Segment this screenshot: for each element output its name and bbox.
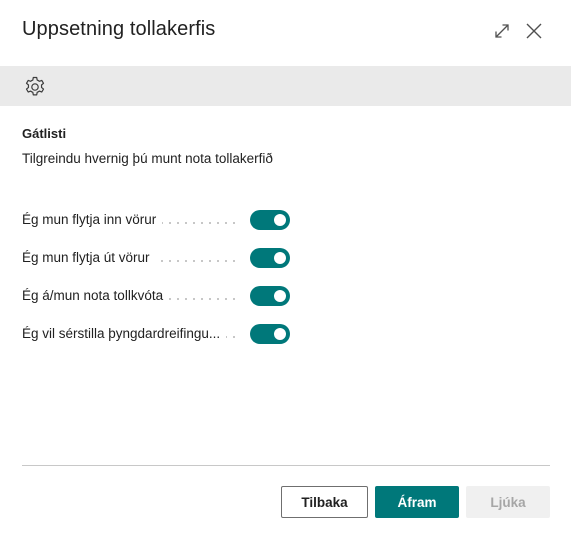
- option-row-quota: Ég á/mun nota tollkvóta: [22, 285, 290, 307]
- export-toggle[interactable]: [250, 248, 290, 268]
- next-button[interactable]: Áfram: [375, 486, 459, 518]
- section-title: Gátlisti: [22, 126, 67, 141]
- option-row-import: Ég mun flytja inn vörur: [22, 209, 290, 231]
- option-label: Ég mun flytja út vörur: [22, 250, 156, 265]
- quota-toggle[interactable]: [250, 286, 290, 306]
- finish-button[interactable]: Ljúka: [466, 486, 550, 518]
- option-label: Ég vil sérstilla þyngdardreifingu...: [22, 326, 227, 341]
- option-row-export: Ég mun flytja út vörur: [22, 247, 290, 269]
- gear-icon[interactable]: [23, 75, 47, 99]
- dialog-title: Uppsetning tollakerfis: [22, 18, 216, 40]
- toggle-knob: [274, 214, 286, 226]
- footer-divider: [22, 465, 550, 466]
- toggle-knob: [274, 328, 286, 340]
- option-label: Ég á/mun nota tollkvóta: [22, 288, 170, 303]
- action-toolbar: [0, 66, 571, 106]
- setup-dialog: Uppsetning tollakerfis Gátlisti Tilgrein…: [0, 0, 571, 539]
- expand-icon[interactable]: [491, 20, 513, 42]
- toggle-knob: [274, 252, 286, 264]
- toggle-knob: [274, 290, 286, 302]
- weight-distribution-toggle[interactable]: [250, 324, 290, 344]
- section-description: Tilgreindu hvernig þú munt nota tollaker…: [22, 151, 273, 166]
- back-button[interactable]: Tilbaka: [281, 486, 368, 518]
- option-label: Ég mun flytja inn vörur: [22, 212, 163, 227]
- close-icon[interactable]: [523, 20, 545, 42]
- import-toggle[interactable]: [250, 210, 290, 230]
- dialog-header: Uppsetning tollakerfis: [0, 0, 571, 64]
- option-row-weight: Ég vil sérstilla þyngdardreifingu...: [22, 323, 290, 345]
